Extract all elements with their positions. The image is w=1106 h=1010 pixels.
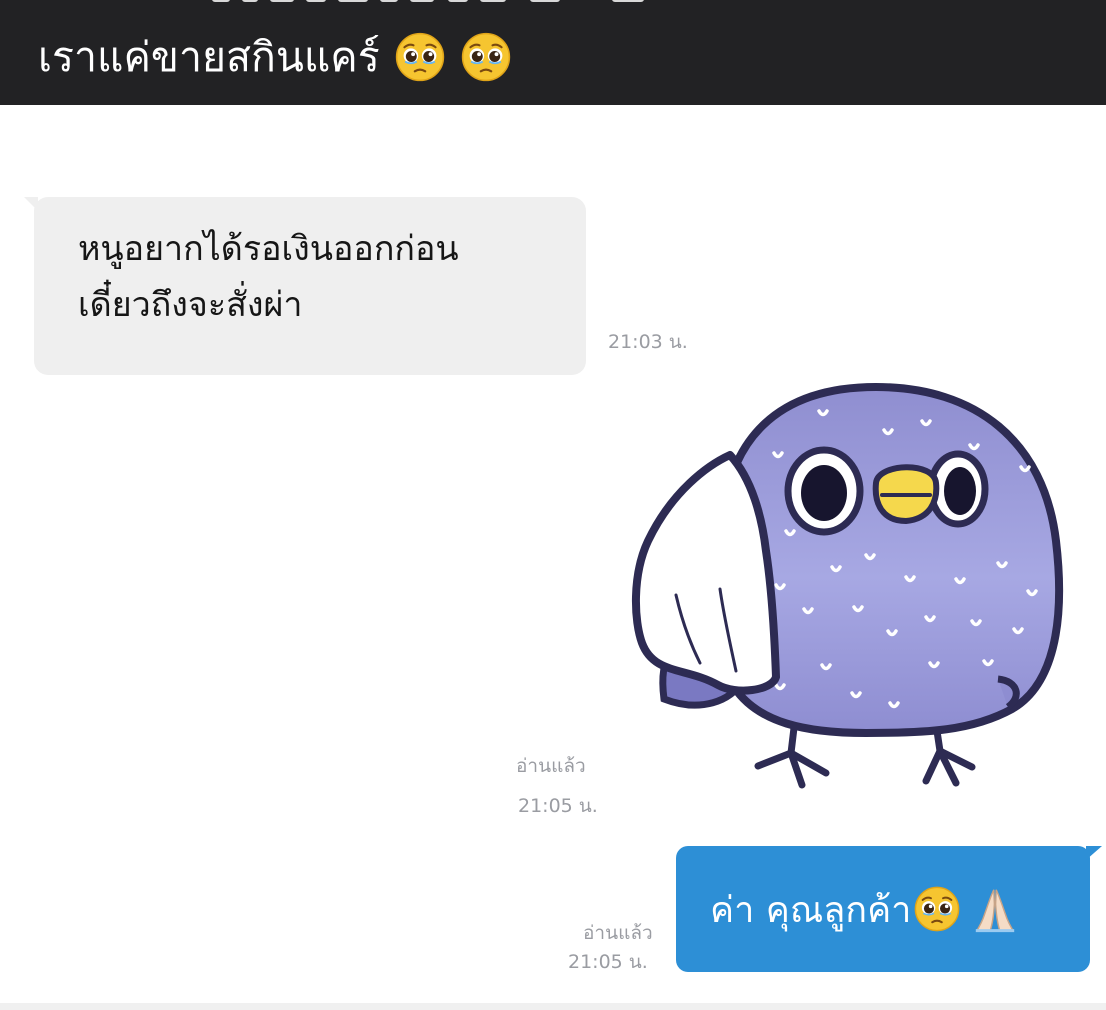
pleading-face-icon	[461, 32, 510, 82]
sticker-read-status: อ่านแล้ว	[516, 755, 586, 777]
pleading-face-icon	[395, 32, 444, 82]
pleading-face-icon	[915, 886, 960, 932]
caption-text: เราแค่ขายสกินแคร์	[38, 32, 380, 81]
caption: เราแค่ขายสกินแคร์	[38, 22, 512, 92]
bottom-divider	[0, 1003, 1106, 1010]
chat-area: หนูอยากได้รอเงินออกก่อน เดี๋ยวถึงจะสั่งผ…	[0, 105, 1106, 1003]
incoming-message-line-1: หนูอยากได้รอเงินออกก่อน	[78, 229, 459, 269]
incoming-message-bubble[interactable]: หนูอยากได้รอเงินออกก่อน เดี๋ยวถึงจะสั่งผ…	[24, 197, 586, 375]
outgoing-message-bubble[interactable]: ค่า คุณลูกค้า	[676, 846, 1102, 972]
outgoing-time: 21:05 น.	[568, 951, 648, 973]
cropped-previous-caption	[212, 0, 652, 6]
incoming-message-line-2: เดี๋ยวถึงจะสั่งผ่า	[78, 285, 303, 325]
crying-bird-sticker-icon[interactable]	[626, 381, 1064, 801]
outgoing-read-status: อ่านแล้ว	[583, 922, 653, 944]
outgoing-message-text: ค่า คุณลูกค้า	[710, 889, 912, 931]
sticker-time: 21:05 น.	[518, 795, 598, 817]
caption-bar: เราแค่ขายสกินแคร์	[0, 0, 1106, 105]
incoming-message-time: 21:03 น.	[608, 331, 688, 353]
folded-hands-icon	[976, 889, 1015, 933]
